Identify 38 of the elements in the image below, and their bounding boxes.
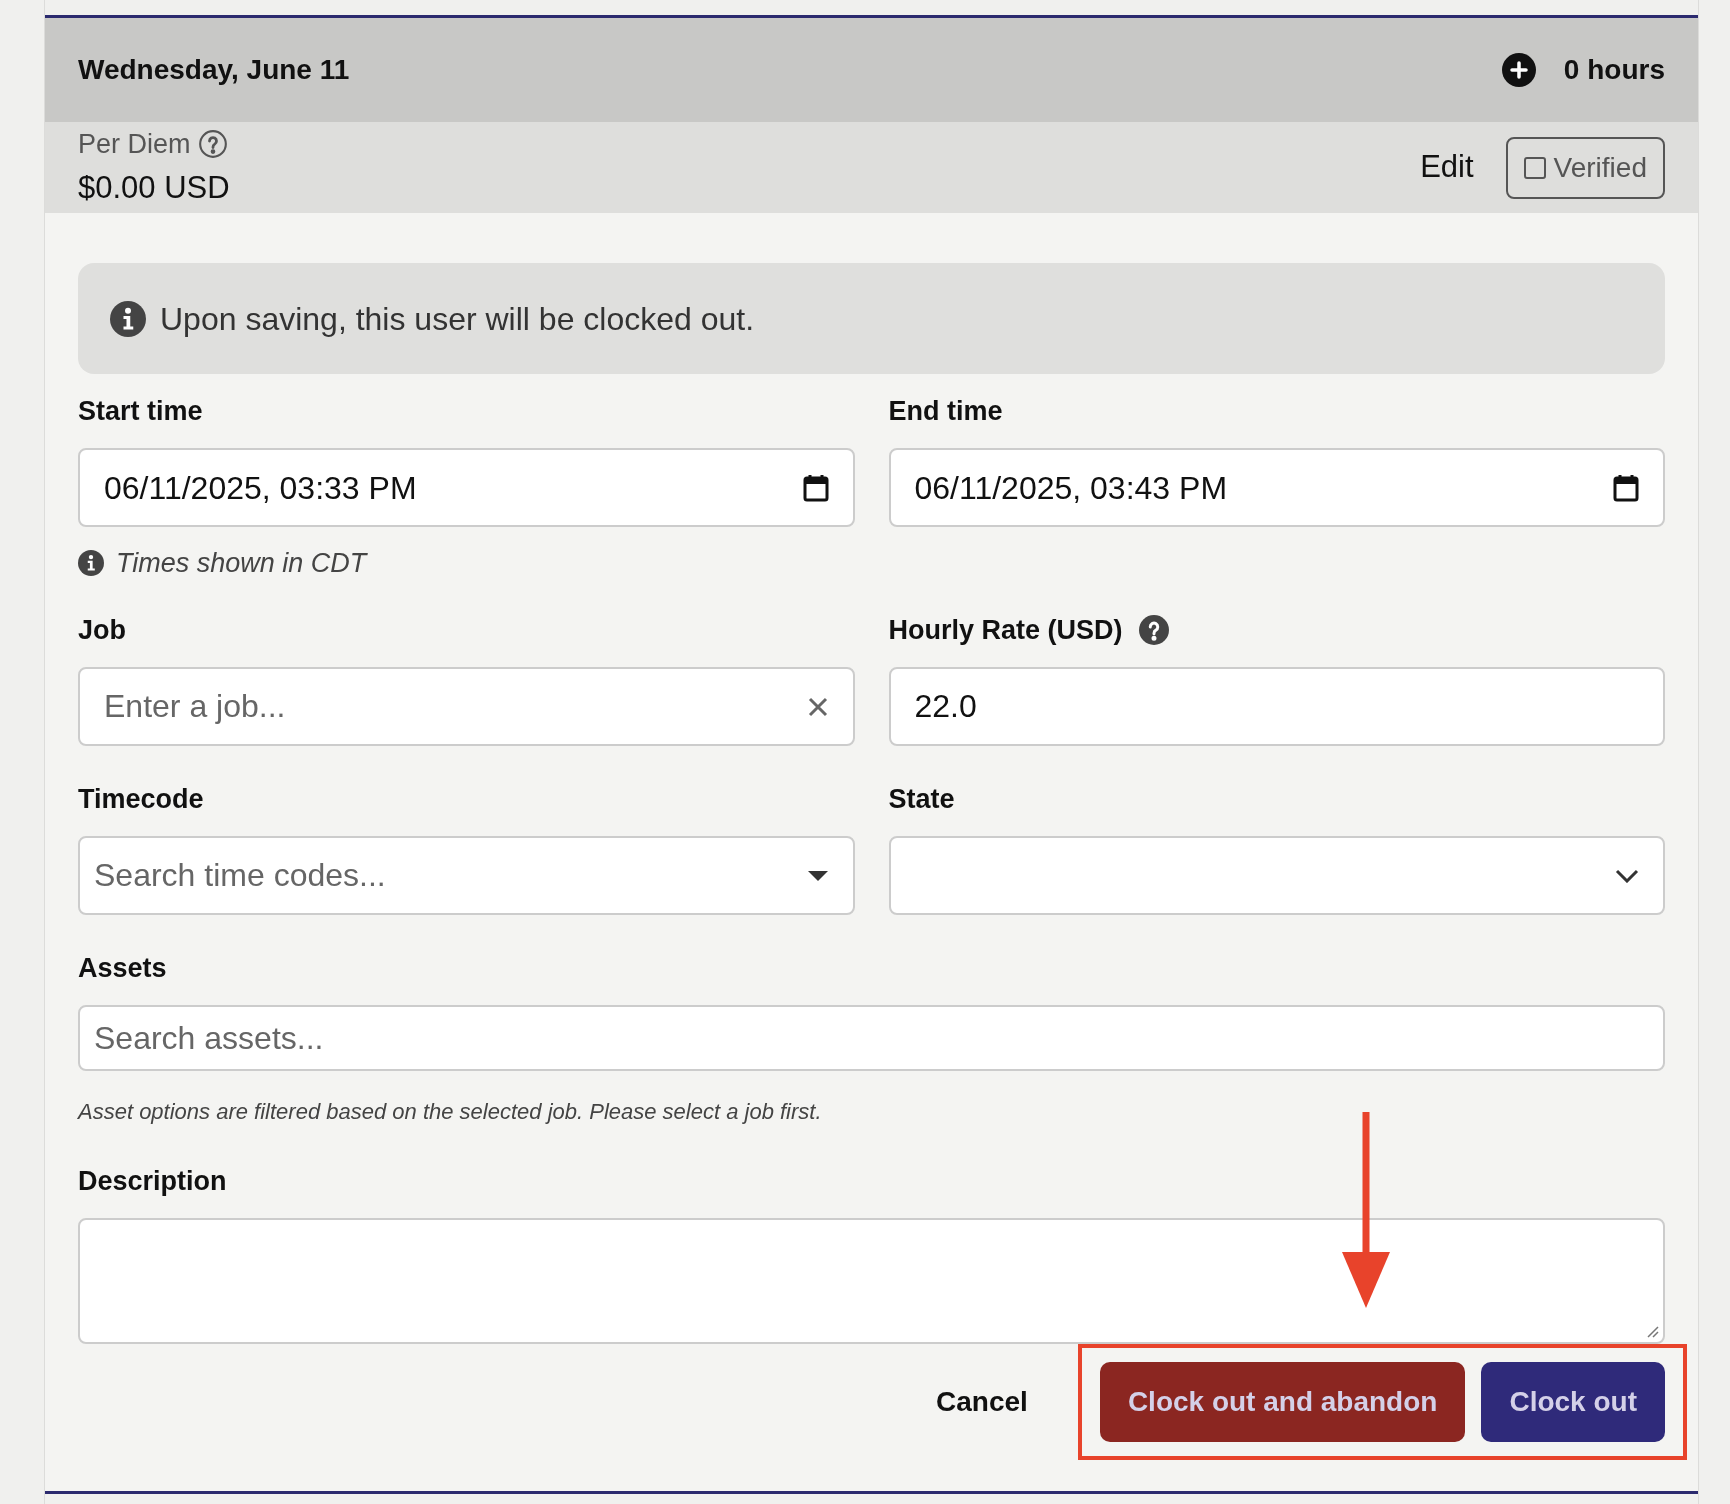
caret-icon[interactable]	[806, 869, 829, 882]
action-button[interactable]: Clock out and abandon	[1099, 1362, 1466, 1442]
cancel-button[interactable]: Cancel	[908, 1362, 1056, 1442]
field-label: End time	[888, 394, 1003, 428]
hint-text: Times shown in CDT	[116, 546, 367, 580]
field-label: Timecode	[78, 782, 204, 816]
field-label: Description	[78, 1164, 227, 1198]
input-field[interactable]: 22.0	[888, 667, 1665, 746]
chevron-down-icon[interactable]	[1615, 868, 1639, 883]
day-title: Wednesday, June 11	[78, 53, 350, 87]
input-field[interactable]: Enter a job...	[78, 667, 855, 746]
text-area-field[interactable]	[78, 1218, 1665, 1344]
search-field[interactable]: Search assets...	[78, 1005, 1665, 1071]
field-label: Job	[78, 613, 126, 647]
per-diem-label: Per Diem	[78, 128, 191, 161]
combo-field[interactable]: Search time codes...	[78, 836, 855, 915]
alert-text: Upon saving, this user will be clocked out.	[160, 299, 755, 339]
calendar-icon[interactable]	[1613, 473, 1639, 502]
field-label: Start time	[78, 394, 203, 428]
calendar-icon[interactable]	[802, 473, 829, 502]
edit-link[interactable]: Edit	[1420, 144, 1474, 191]
datetime-field[interactable]: 06/11/2025, 03:33 PM	[78, 448, 855, 527]
per-diem-amount: $0.00 USD	[78, 168, 230, 207]
action-button[interactable]: Clock out	[1481, 1362, 1665, 1442]
select-field[interactable]	[888, 836, 1665, 915]
info-icon	[78, 550, 104, 576]
info-icon	[110, 300, 146, 337]
add-icon[interactable]	[1501, 53, 1536, 87]
datetime-field[interactable]: 06/11/2025, 03:43 PM	[888, 448, 1665, 527]
verified-toggle[interactable]: Verified	[1505, 136, 1665, 199]
close-icon[interactable]	[806, 695, 829, 718]
help-icon	[198, 130, 227, 159]
field-label: State	[888, 782, 955, 816]
resize-handle-icon	[1645, 1324, 1659, 1338]
help-text: Asset options are filtered based on the selected job. Please select a job first.	[78, 1098, 823, 1126]
hours-total: 0 hours	[1563, 53, 1665, 87]
field-label: Hourly Rate (USD)	[888, 613, 1123, 647]
field-label: Assets	[78, 951, 167, 985]
